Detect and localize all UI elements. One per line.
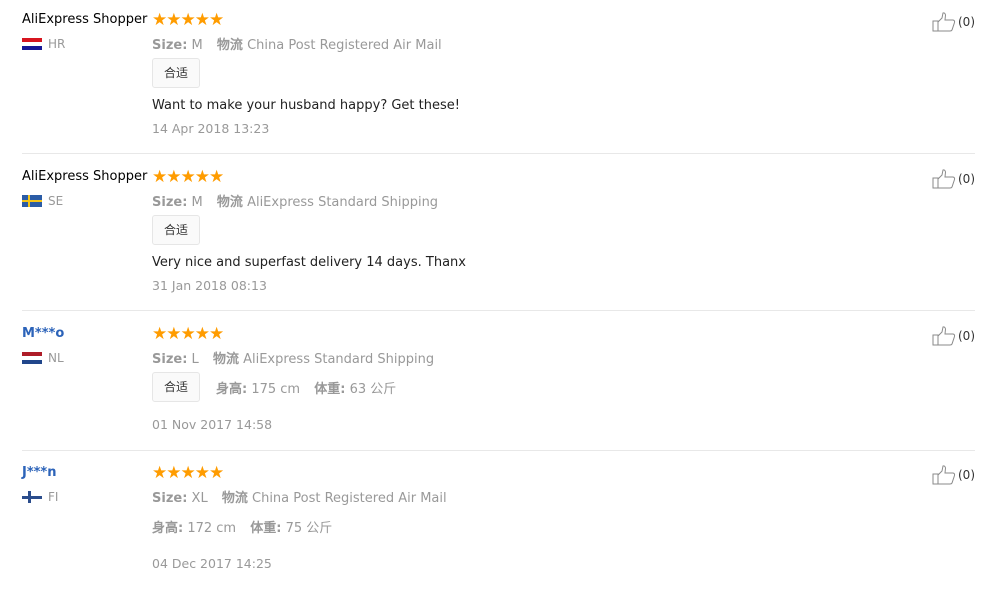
size-label: Size: bbox=[152, 352, 188, 367]
weight-value: 75 公斤 bbox=[285, 521, 333, 536]
size-value: M bbox=[191, 38, 203, 53]
star-rating: ★★★★★ bbox=[152, 10, 224, 30]
shipping-value: AliExpress Standard Shipping bbox=[247, 195, 439, 210]
order-info: Size: M 物流 China Post Registered Air Mai… bbox=[152, 34, 452, 53]
review-text: Want to make your husband happy? Get the… bbox=[152, 98, 460, 113]
country-code: HR bbox=[48, 37, 66, 51]
review-item: AliExpress Shopper HR ★★★★★ Size: M 物流 C… bbox=[0, 12, 975, 154]
thumbs-up-icon bbox=[932, 12, 956, 32]
reviewer-name[interactable]: J***n bbox=[22, 465, 57, 481]
order-info: Size: L 物流 AliExpress Standard Shipping bbox=[152, 348, 444, 367]
helpful-count: (0) bbox=[958, 468, 975, 482]
finland-flag-icon bbox=[22, 491, 42, 503]
height-value: 172 cm bbox=[187, 521, 237, 536]
weight-label: 体重: bbox=[314, 382, 346, 397]
size-label: Size: bbox=[152, 38, 188, 53]
order-info: Size: XL 物流 China Post Registered Air Ma… bbox=[152, 487, 457, 506]
review-date: 04 Dec 2017 14:25 bbox=[152, 556, 272, 571]
size-label: Size: bbox=[152, 491, 188, 506]
shipping-value: China Post Registered Air Mail bbox=[252, 491, 447, 506]
reviewer-name[interactable]: M***o bbox=[22, 326, 64, 342]
size-label: Size: bbox=[152, 195, 188, 210]
croatia-flag-icon bbox=[22, 38, 42, 50]
helpful-button[interactable]: (0) bbox=[932, 326, 975, 346]
divider bbox=[22, 153, 975, 154]
thumbs-up-icon bbox=[932, 465, 956, 485]
shipping-label: 物流 bbox=[216, 195, 243, 210]
shipping-value: China Post Registered Air Mail bbox=[247, 38, 442, 53]
shipping-value: AliExpress Standard Shipping bbox=[243, 352, 435, 367]
star-rating: ★★★★★ bbox=[152, 463, 224, 483]
helpful-count: (0) bbox=[958, 172, 975, 186]
reviewer-name: AliExpress Shopper bbox=[22, 12, 148, 27]
divider bbox=[22, 450, 975, 451]
review-date: 14 Apr 2018 13:23 bbox=[152, 121, 270, 136]
review-item: J***n FI ★★★★★ Size: XL 物流 China Post Re… bbox=[0, 465, 975, 580]
thumbs-up-icon bbox=[932, 326, 956, 346]
reviewer-country: SE bbox=[22, 194, 63, 208]
helpful-count: (0) bbox=[958, 15, 975, 29]
helpful-button[interactable]: (0) bbox=[932, 465, 975, 485]
height-label: 身高: bbox=[216, 382, 248, 397]
star-rating: ★★★★★ bbox=[152, 167, 224, 187]
review-text: Very nice and superfast delivery 14 days… bbox=[152, 255, 466, 270]
netherlands-flag-icon bbox=[22, 352, 42, 364]
reviews-list: AliExpress Shopper HR ★★★★★ Size: M 物流 C… bbox=[0, 0, 1000, 589]
star-rating: ★★★★★ bbox=[152, 324, 224, 344]
height-label: 身高: bbox=[152, 521, 184, 536]
review-item: M***o NL ★★★★★ Size: L 物流 AliExpress Sta… bbox=[0, 326, 975, 451]
size-value: L bbox=[191, 352, 199, 367]
reviewer-country: HR bbox=[22, 37, 65, 51]
shipping-label: 物流 bbox=[212, 352, 239, 367]
reviewer-country: FI bbox=[22, 490, 58, 504]
body-info: 身高: 175 cm 体重: 63 公斤 bbox=[216, 378, 406, 397]
review-date: 31 Jan 2018 08:13 bbox=[152, 278, 267, 293]
size-value: M bbox=[191, 195, 203, 210]
reviewer-country: NL bbox=[22, 351, 64, 365]
review-item: AliExpress Shopper SE ★★★★★ Size: M 物流 A… bbox=[0, 169, 975, 311]
sweden-flag-icon bbox=[22, 195, 42, 207]
thumbs-up-icon bbox=[932, 169, 956, 189]
country-code: FI bbox=[48, 490, 59, 504]
size-value: XL bbox=[191, 491, 208, 506]
fit-tag: 合适 bbox=[152, 58, 201, 88]
height-value: 175 cm bbox=[251, 382, 301, 397]
body-info: 身高: 172 cm 体重: 75 公斤 bbox=[152, 517, 342, 536]
fit-tag: 合适 bbox=[152, 215, 201, 245]
order-info: Size: M 物流 AliExpress Standard Shipping bbox=[152, 191, 448, 210]
helpful-button[interactable]: (0) bbox=[932, 12, 975, 32]
review-date: 01 Nov 2017 14:58 bbox=[152, 417, 273, 432]
helpful-count: (0) bbox=[958, 329, 975, 343]
fit-tag: 合适 bbox=[152, 372, 201, 402]
divider bbox=[22, 310, 975, 311]
helpful-button[interactable]: (0) bbox=[932, 169, 975, 189]
country-code: NL bbox=[48, 351, 64, 365]
weight-value: 63 公斤 bbox=[349, 382, 397, 397]
weight-label: 体重: bbox=[250, 521, 282, 536]
shipping-label: 物流 bbox=[216, 38, 243, 53]
reviewer-name: AliExpress Shopper bbox=[22, 169, 148, 184]
country-code: SE bbox=[48, 194, 64, 208]
shipping-label: 物流 bbox=[221, 491, 248, 506]
